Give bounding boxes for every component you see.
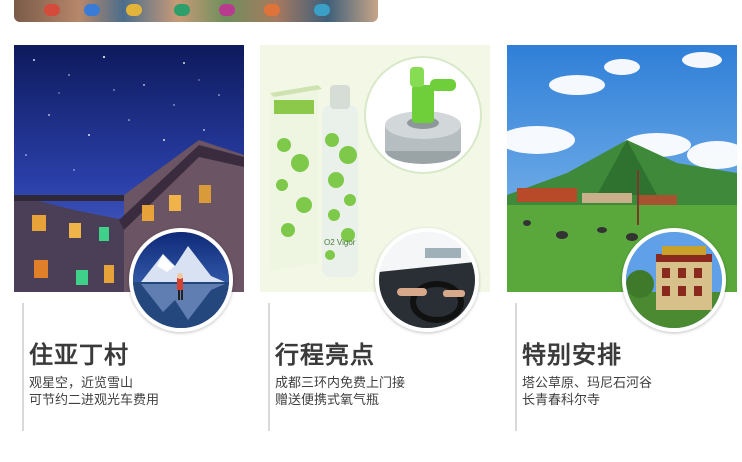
description-line: 观星空，近览雪山 <box>29 376 134 391</box>
card-divider <box>515 303 517 431</box>
top-banner-photo <box>14 0 378 22</box>
description-line: 塔公草原、玛尼石河谷 <box>522 376 653 391</box>
card-divider <box>22 303 24 431</box>
snow-mountain-circle-photo <box>129 228 233 332</box>
description-line: 长青春科尔寺 <box>522 393 601 408</box>
description-line: 成都三环内免费上门接 <box>275 376 406 391</box>
card-description: 成都三环内免费上门接 赠送便携式氧气瓶 <box>275 375 405 409</box>
feature-card-special: 特别安排 塔公草原、玛尼石河谷 长青春科尔寺 <box>507 45 737 431</box>
card-divider <box>268 303 270 431</box>
monastery-circle-photo <box>622 228 726 332</box>
description-line: 赠送便携式氧气瓶 <box>275 393 380 408</box>
card-title: 特别安排 <box>522 341 622 369</box>
card-description: 塔公草原、玛尼石河谷 长青春科尔寺 <box>522 375 652 409</box>
feature-card-highlights: O2 Vigor 行程亮点 成都三环内免费上门接 赠送便携式氧气瓶 <box>260 45 490 431</box>
card-title: 住亚丁村 <box>29 341 129 369</box>
card-title: 行程亮点 <box>275 341 375 369</box>
description-line: 可节约二进观光车费用 <box>29 393 160 408</box>
car-driving-circle-photo <box>375 228 479 332</box>
feature-card-yading: 住亚丁村 观星空，近览雪山 可节约二进观光车费用 <box>14 45 244 431</box>
card-description: 观星空，近览雪山 可节约二进观光车费用 <box>29 375 159 409</box>
product-label: O2 Vigor <box>324 238 356 247</box>
